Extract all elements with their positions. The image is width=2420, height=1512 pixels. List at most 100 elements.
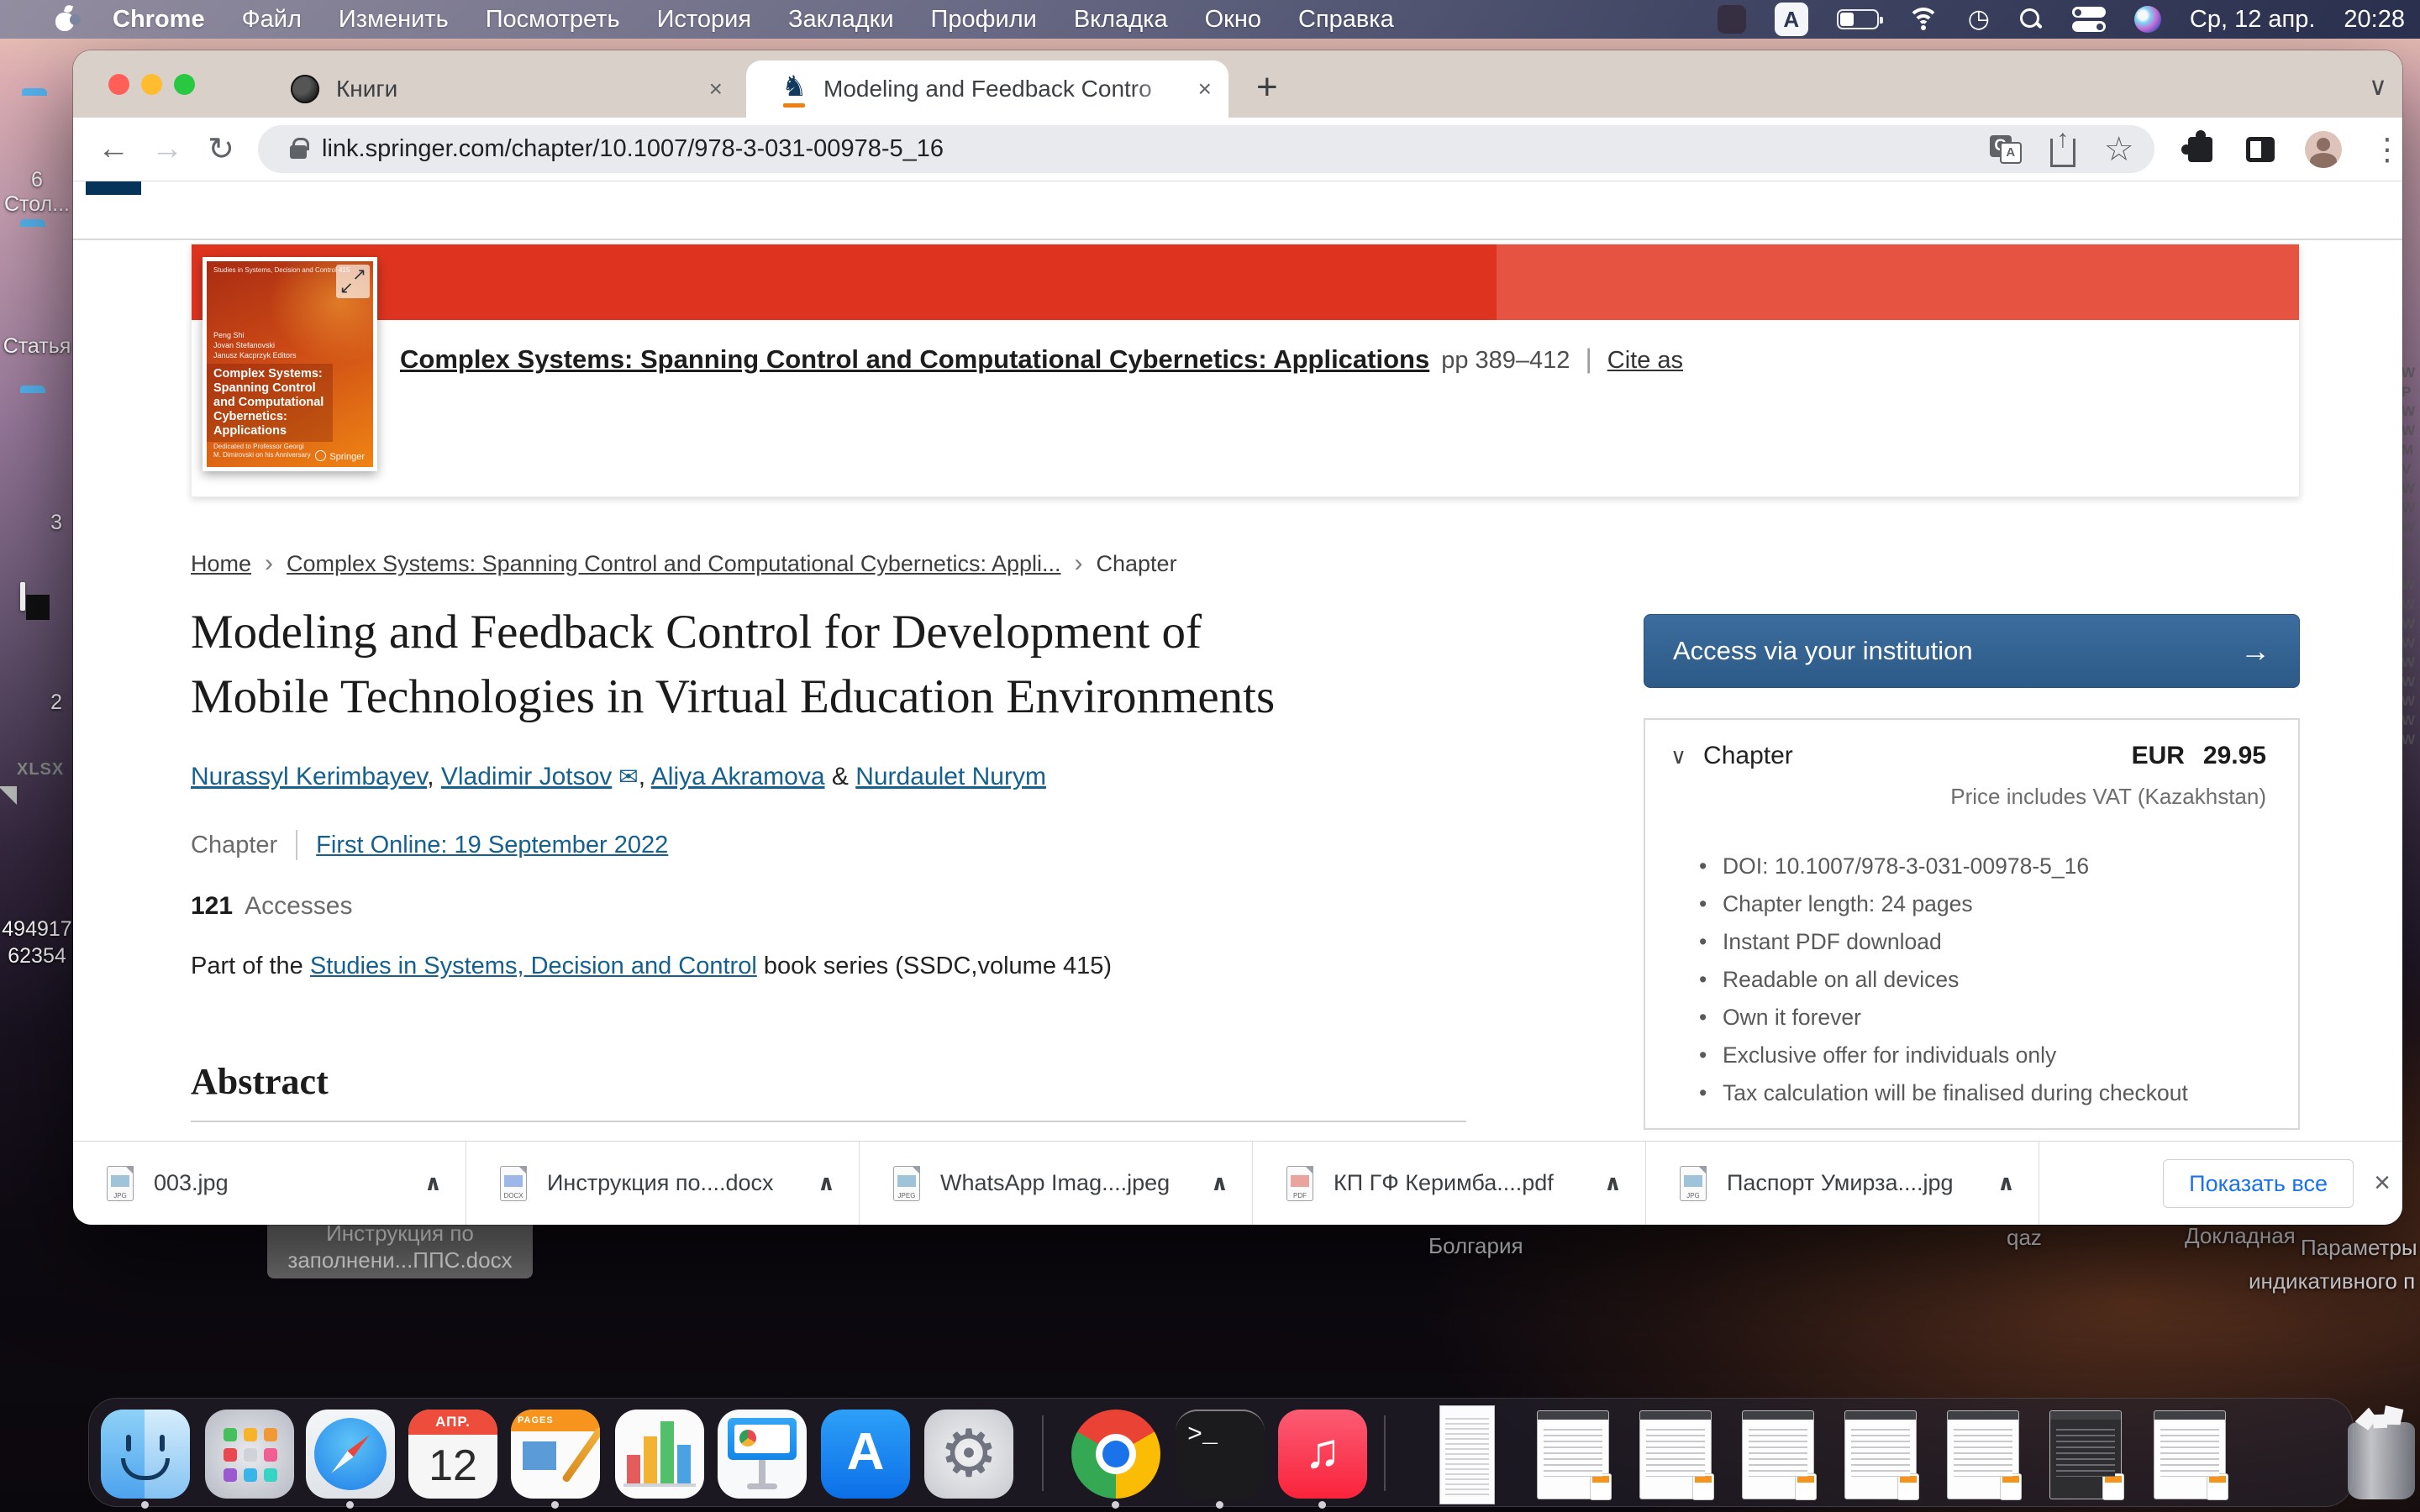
menu-profiles[interactable]: Профили bbox=[931, 6, 1037, 34]
menu-bookmarks[interactable]: Закладки bbox=[788, 6, 894, 34]
close-downloads-icon[interactable]: × bbox=[2374, 1167, 2391, 1200]
download-item-003jpg[interactable]: JPG 003.jpg ∧ bbox=[73, 1142, 466, 1225]
author-link-akramova[interactable]: Aliya Akramova bbox=[651, 763, 825, 790]
menu-history[interactable]: История bbox=[657, 6, 751, 34]
translate-icon[interactable] bbox=[1990, 135, 2022, 164]
address-bar[interactable]: link.springer.com/chapter/10.1007/978-3-… bbox=[258, 125, 2154, 173]
dock-terminal-icon[interactable]: >_ bbox=[1176, 1410, 1265, 1499]
dock-trash-icon[interactable] bbox=[2339, 1407, 2420, 1499]
dock-numbers-icon[interactable] bbox=[615, 1410, 704, 1499]
dock-minimized-doc-dark[interactable] bbox=[2049, 1410, 2122, 1499]
author-link-jotsov[interactable]: Vladimir Jotsov bbox=[441, 763, 612, 790]
email-envelope-icon[interactable]: ✉ bbox=[618, 764, 638, 790]
running-indicator bbox=[141, 1501, 149, 1509]
download-item-whatsapp[interactable]: JPEG WhatsApp Imag....jpeg ∧ bbox=[860, 1142, 1253, 1225]
breadcrumb-home-link[interactable]: Home bbox=[191, 551, 251, 577]
dock-minimized-receipt-doc[interactable] bbox=[1439, 1405, 1495, 1504]
close-window-button[interactable] bbox=[108, 74, 129, 95]
book-banner-card: Studies in Systems, Decision and Control… bbox=[191, 244, 2300, 497]
tab-active-chapter[interactable]: ♞ Modeling and Feedback Contro × bbox=[746, 60, 1228, 118]
chevron-up-icon[interactable]: ∧ bbox=[1997, 1170, 2015, 1196]
dock-minimized-doc[interactable] bbox=[1537, 1410, 1609, 1499]
dock-keynote-icon[interactable] bbox=[718, 1410, 807, 1499]
book-cover[interactable]: Studies in Systems, Decision and Control… bbox=[203, 257, 377, 471]
chevron-up-icon[interactable]: ∧ bbox=[1211, 1170, 1228, 1196]
breadcrumb-book-link[interactable]: Complex Systems: Spanning Control and Co… bbox=[287, 551, 1060, 577]
dock-minimized-doc[interactable] bbox=[1639, 1410, 1712, 1499]
dock-minimized-doc[interactable] bbox=[1844, 1410, 1917, 1499]
cite-as-link[interactable]: Cite as bbox=[1607, 347, 1683, 375]
author-link-kerimbayev[interactable]: Nurassyl Kerimbayev bbox=[191, 763, 427, 790]
download-item-pasport[interactable]: JPG Паспорт Умирза....jpg ∧ bbox=[1646, 1142, 2039, 1225]
wifi-icon[interactable] bbox=[1907, 8, 1939, 31]
show-all-downloads-button[interactable]: Показать все bbox=[2163, 1159, 2354, 1208]
dock-settings-icon[interactable]: ⚙ bbox=[924, 1410, 1013, 1499]
tab-close-icon[interactable]: × bbox=[1198, 76, 1212, 102]
dock-safari-icon[interactable] bbox=[306, 1410, 395, 1499]
side-panel-icon[interactable] bbox=[2246, 137, 2275, 162]
extensions-icon[interactable] bbox=[2188, 137, 2213, 162]
dock-chrome-icon[interactable] bbox=[1071, 1410, 1160, 1499]
dock-finder-icon[interactable] bbox=[101, 1410, 190, 1499]
access-institution-button[interactable]: Access via your institution → bbox=[1644, 614, 2300, 688]
back-button[interactable]: ← bbox=[87, 131, 140, 167]
menu-window[interactable]: Окно bbox=[1205, 6, 1261, 34]
desktop-label-bolgaria[interactable]: Болгария bbox=[1428, 1233, 1523, 1259]
menu-edit[interactable]: Изменить bbox=[339, 6, 449, 34]
statusbar-app-icon[interactable] bbox=[1718, 5, 1746, 34]
expand-cover-icon[interactable]: ↗ ↙ bbox=[336, 265, 370, 298]
dock-music-icon[interactable]: ♫ bbox=[1278, 1410, 1367, 1499]
download-item-instrukciya[interactable]: DOCX Инструкция по....docx ∧ bbox=[466, 1142, 860, 1225]
dock-minimized-doc[interactable] bbox=[2154, 1410, 2226, 1499]
dock-appstore-icon[interactable]: A bbox=[821, 1410, 910, 1499]
download-item-kp-gf[interactable]: PDF КП ГФ Керимба....pdf ∧ bbox=[1253, 1142, 1646, 1225]
padlock-icon[interactable] bbox=[290, 145, 307, 159]
dock-launchpad-icon[interactable] bbox=[205, 1410, 294, 1499]
tab-close-icon[interactable]: × bbox=[709, 76, 723, 102]
chevron-up-icon[interactable]: ∧ bbox=[818, 1170, 835, 1196]
share-icon[interactable] bbox=[2050, 139, 2075, 167]
tab-search-chevron-icon[interactable]: ∨ bbox=[2369, 72, 2387, 102]
control-center-icon[interactable] bbox=[2072, 7, 2106, 32]
menu-kebab-icon[interactable]: ⋮ bbox=[2372, 134, 2402, 165]
dock-pages-icon[interactable]: PAGES bbox=[511, 1410, 600, 1499]
menu-file[interactable]: Файл bbox=[242, 6, 302, 34]
apple-logo-icon[interactable] bbox=[54, 7, 76, 32]
new-tab-button[interactable]: + bbox=[1256, 69, 1278, 106]
menu-bar-time[interactable]: 20:28 bbox=[2344, 6, 2405, 34]
menu-tab[interactable]: Вкладка bbox=[1074, 6, 1168, 34]
first-online-link[interactable]: First Online: 19 September 2022 bbox=[316, 832, 668, 859]
bookmark-star-icon[interactable]: ☆ bbox=[2104, 133, 2134, 166]
tab-books[interactable]: Книги × bbox=[210, 60, 739, 118]
time-machine-icon[interactable]: ◷ bbox=[1968, 7, 1990, 32]
chevron-down-icon[interactable]: ∨ bbox=[1670, 743, 1686, 769]
zoom-window-button[interactable] bbox=[174, 74, 195, 95]
desktop-image-file[interactable] bbox=[20, 585, 25, 609]
desktop-label-dokladnaya[interactable]: Докладная bbox=[2185, 1223, 2296, 1249]
dock-calendar-icon[interactable]: АПР.12 bbox=[408, 1410, 497, 1499]
desktop-label-qaz[interactable]: qaz bbox=[2007, 1225, 2042, 1251]
breadcrumb-separator: › bbox=[265, 549, 273, 578]
chevron-up-icon[interactable]: ∧ bbox=[1604, 1170, 1622, 1196]
menu-chrome[interactable]: Chrome bbox=[113, 6, 205, 34]
book-title-link[interactable]: Complex Systems: Spanning Control and Co… bbox=[400, 344, 1429, 375]
battery-icon[interactable] bbox=[1837, 9, 1879, 29]
menu-view[interactable]: Посмотреть bbox=[486, 6, 620, 34]
url-text[interactable]: link.springer.com/chapter/10.1007/978-3-… bbox=[322, 135, 1961, 163]
dock-minimized-doc[interactable] bbox=[1742, 1410, 1814, 1499]
desktop-label-parametry-2[interactable]: индикативного п bbox=[2249, 1268, 2415, 1294]
spotlight-icon[interactable] bbox=[2018, 7, 2044, 32]
minimize-window-button[interactable] bbox=[141, 74, 162, 95]
dock-minimized-doc[interactable] bbox=[1947, 1410, 2019, 1499]
profile-avatar[interactable] bbox=[2305, 131, 2342, 168]
series-link[interactable]: Studies in Systems, Decision and Control bbox=[310, 953, 757, 979]
siri-icon[interactable] bbox=[2134, 6, 2161, 33]
author-link-nurym[interactable]: Nurdaulet Nurym bbox=[855, 763, 1046, 790]
forward-button[interactable]: → bbox=[140, 131, 194, 167]
input-source-icon[interactable]: A bbox=[1775, 3, 1808, 36]
desktop-label-parametry-1[interactable]: Параметры bbox=[2301, 1235, 2417, 1261]
chevron-up-icon[interactable]: ∧ bbox=[424, 1170, 442, 1196]
reload-button[interactable]: ↻ bbox=[194, 130, 248, 168]
menu-help[interactable]: Справка bbox=[1298, 6, 1394, 34]
menu-bar-date[interactable]: Ср, 12 апр. bbox=[2190, 6, 2316, 34]
